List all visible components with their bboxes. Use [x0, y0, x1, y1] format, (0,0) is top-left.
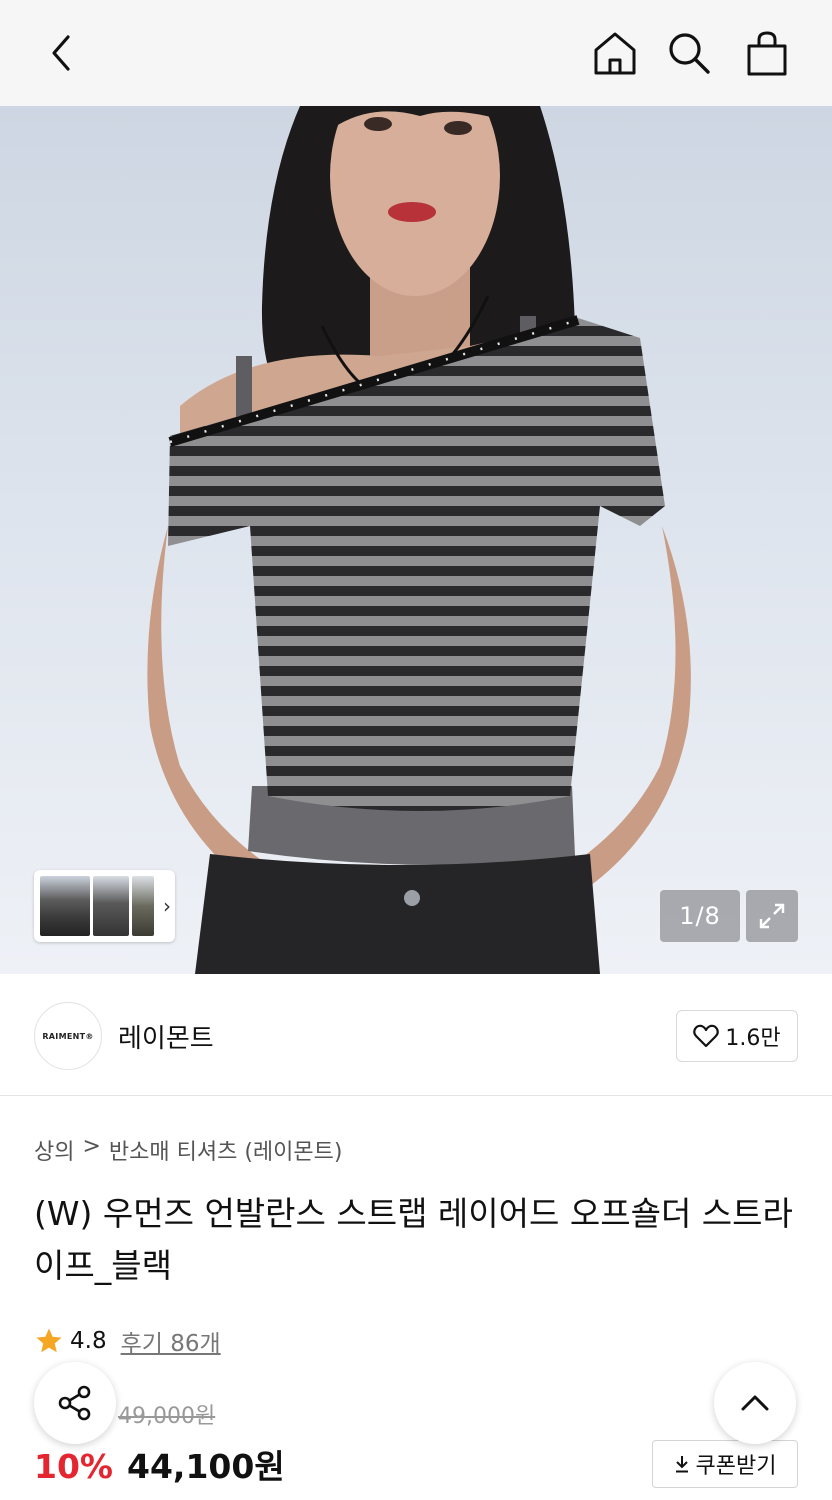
heart-icon	[693, 1024, 720, 1048]
breadcrumb: 상의 > 반소매 티셔츠 (레이몬트)	[34, 1134, 342, 1166]
breadcrumb-category[interactable]: 상의	[34, 1134, 74, 1166]
brand-name[interactable]: 레이몬트	[118, 1018, 214, 1055]
sale-price: 44,100원	[127, 1447, 285, 1486]
price-row: 10% 44,100원	[34, 1440, 285, 1488]
share-icon	[58, 1385, 91, 1421]
search-icon	[669, 33, 710, 74]
brand-row: RAIMENT® 레이몬트 1.6만	[0, 974, 832, 1096]
download-icon	[675, 1456, 688, 1473]
chevron-up-icon	[741, 1395, 769, 1411]
like-count: 1.6만	[725, 1026, 781, 1051]
chevron-right-icon[interactable]: ›	[163, 894, 171, 918]
brand-logo[interactable]: RAIMENT®	[34, 1002, 102, 1070]
thumbnail-1[interactable]	[40, 876, 90, 936]
search-button[interactable]	[664, 28, 714, 78]
coupon-label: 쿠폰받기	[695, 1454, 777, 1479]
like-button[interactable]: 1.6만	[676, 1010, 798, 1062]
discount-rate: 10%	[34, 1447, 113, 1486]
breadcrumb-separator: >	[82, 1134, 101, 1159]
breadcrumb-subcategory[interactable]: 반소매 티셔츠 (레이몬트)	[109, 1134, 343, 1166]
image-counter: 1/8	[660, 890, 740, 942]
original-price: 49,000원	[118, 1404, 216, 1429]
home-icon	[594, 32, 636, 75]
top-navigation-bar	[0, 0, 832, 106]
chevron-left-icon	[52, 35, 70, 71]
shopping-bag-icon	[747, 31, 787, 76]
thumbnail-3[interactable]	[132, 876, 154, 936]
cart-button[interactable]	[742, 28, 792, 78]
rating-score: 4.8	[70, 1328, 107, 1354]
home-button[interactable]	[590, 28, 640, 78]
thumbnail-strip[interactable]: ›	[34, 870, 175, 942]
product-image[interactable]	[0, 106, 832, 974]
rating-row: 4.8 후기 86개	[34, 1324, 221, 1358]
product-title: (W) 우먼즈 언발란스 스트랩 레이어드 오프숄더 스트라이프_블랙	[34, 1194, 793, 1285]
coupon-button[interactable]: 쿠폰받기	[652, 1440, 798, 1488]
star-icon	[36, 1328, 62, 1353]
back-button[interactable]	[36, 28, 86, 78]
expand-button[interactable]	[746, 890, 798, 942]
expand-icon	[759, 903, 785, 929]
scroll-top-button[interactable]	[714, 1362, 796, 1444]
brand-logo-text: RAIMENT®	[42, 1031, 94, 1041]
review-count-link[interactable]: 후기 86개	[121, 1324, 221, 1358]
share-button[interactable]	[34, 1362, 116, 1444]
product-photo	[147, 106, 691, 974]
thumbnail-2[interactable]	[93, 876, 129, 936]
